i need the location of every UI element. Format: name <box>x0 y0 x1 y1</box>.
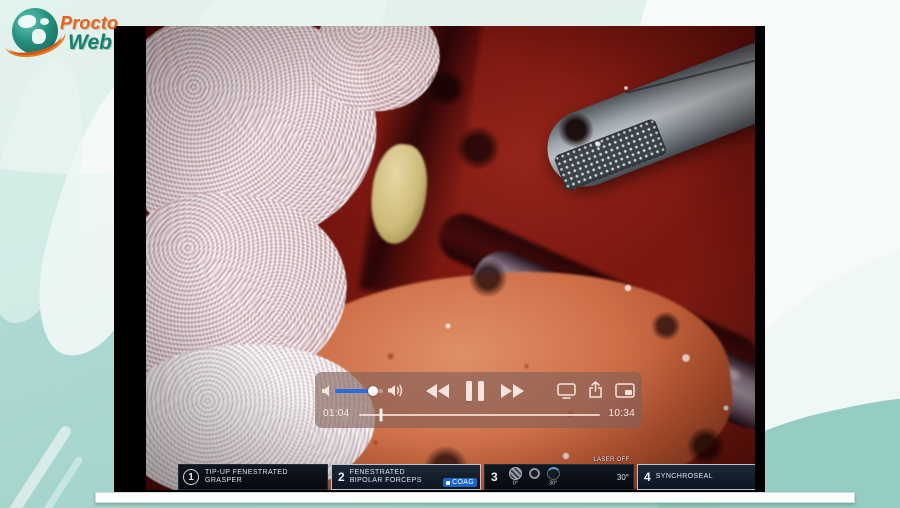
pedal-icon <box>446 481 450 485</box>
instrument-panel-3: 3 0° 30° LASER OFF 30° <box>484 464 634 490</box>
share-icon[interactable] <box>588 381 603 399</box>
endoscope-icons: 0° 30° <box>509 467 560 487</box>
brand-word-bottom: Web <box>68 31 112 55</box>
scope-angle-value: 30° <box>617 473 629 482</box>
arm-number-badge: 1 <box>183 469 199 485</box>
scope-angle-icon <box>547 467 560 480</box>
instrument-name: SYNCHROSEAL <box>656 473 713 481</box>
current-time: 01:04 <box>323 408 350 419</box>
picture-in-picture-icon[interactable] <box>615 383 635 398</box>
fast-forward-button[interactable] <box>501 384 524 398</box>
instrument-panel-2: 2 FENESTRATED BIPOLAR FORCEPS COAG <box>331 464 481 490</box>
video-surface[interactable]: 1 TIP-UP FENESTRATED GRASPER 2 FENESTRAT… <box>146 26 755 490</box>
arm-number: 4 <box>644 470 651 484</box>
pause-button[interactable] <box>466 381 484 401</box>
scope-lens-icon <box>509 467 522 480</box>
laser-status-label: LASER OFF <box>593 457 629 463</box>
scope-horizon-icon <box>529 468 540 479</box>
rewind-button[interactable] <box>426 384 449 398</box>
volume-high-icon[interactable] <box>387 383 405 398</box>
coag-energy-badge: COAG <box>443 478 477 487</box>
instrument-name: FENESTRATED BIPOLAR FORCEPS <box>350 469 422 486</box>
video-controls-overlay: 01:04 10:34 <box>315 372 642 428</box>
display-airplay-icon[interactable] <box>557 383 576 399</box>
video-player: 1 TIP-UP FENESTRATED GRASPER 2 FENESTRAT… <box>114 26 765 492</box>
arm-number: 3 <box>491 470 498 484</box>
arm-number: 2 <box>338 470 345 484</box>
instrument-panel-1: 1 TIP-UP FENESTRATED GRASPER <box>178 464 328 490</box>
progress-bar[interactable] <box>359 414 600 416</box>
progress-playhead[interactable] <box>379 409 382 422</box>
proctoweb-logo: Procto Web <box>8 4 138 66</box>
volume-low-icon[interactable] <box>321 384 334 398</box>
instrument-panel-4: 4 SYNCHROSEAL SYNC SEAL <box>637 464 755 490</box>
instrument-status-bar: 1 TIP-UP FENESTRATED GRASPER 2 FENESTRAT… <box>178 464 755 490</box>
instrument-name: TIP-UP FENESTRATED GRASPER <box>205 469 323 486</box>
duration-time: 10:34 <box>608 408 635 419</box>
background-decoration <box>0 424 73 508</box>
volume-knob[interactable] <box>368 386 378 396</box>
window-bottom-bar <box>95 492 855 503</box>
volume-slider[interactable] <box>335 389 383 393</box>
